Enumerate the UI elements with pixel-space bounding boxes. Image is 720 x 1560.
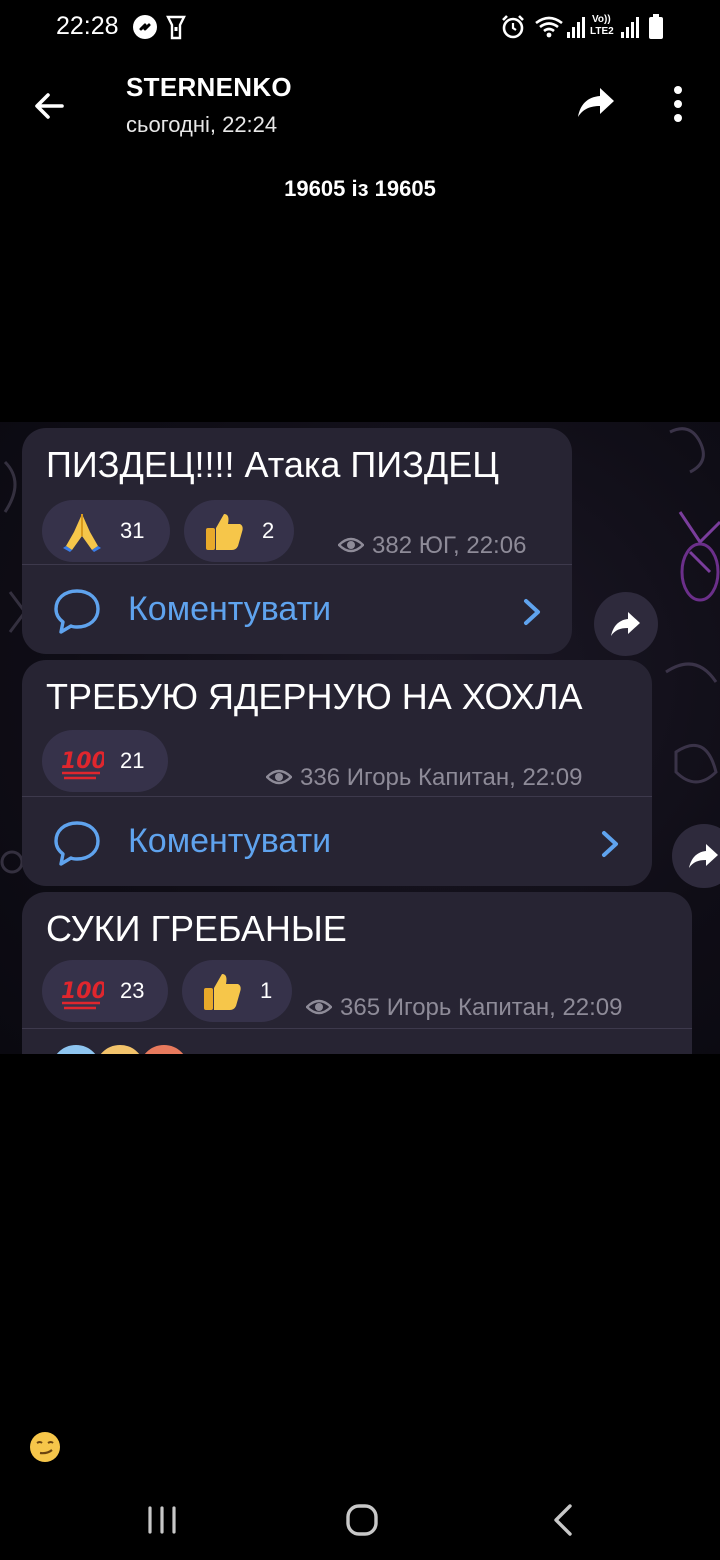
avatar [92,1042,148,1054]
thumbs-up-icon [204,974,241,1010]
message-text: СУКИ ГРЕБАНЫЕ [46,908,347,949]
signal-icon [567,17,585,38]
smirking-face-icon[interactable] [28,1430,62,1464]
chat-header: STERNENKO сьогодні, 22:24 [0,56,720,156]
svg-text:100: 100 [61,979,104,1004]
alarm-icon [502,15,524,39]
message-counter: 19605 із 19605 [284,176,436,201]
avatar [136,1042,192,1054]
views-eye-icon [338,537,364,552]
chat-viewport[interactable]: ПИЗДЕЦ!!!! Атака ПИЗДЕЦ 31 2 382 ЮГ, 22:… [0,422,720,1054]
recent-apps-icon[interactable] [142,1500,182,1540]
message-text: ТРЕБУЮ ЯДЕРНУЮ НА ХОХЛА [46,676,583,717]
comment-button[interactable]: Коментувати [22,568,572,654]
message-bubble-2[interactable]: ТРЕБУЮ ЯДЕРНУЮ НА ХОХЛА 100 21 336 Игорь… [22,660,652,886]
system-nav-bar [0,1480,720,1560]
shazam-icon [133,15,157,39]
reaction-count: 1 [260,978,273,1003]
comment-button[interactable]: Коментувати [22,800,652,886]
message-meta-text: 365 Игорь Капитан, 22:09 [340,994,623,1021]
reaction-count: 21 [120,748,145,773]
message-bubble-3[interactable]: СУКИ ГРЕБАНЫЕ 100 23 1 365 Игорь Капитан… [22,892,692,1054]
flashlight-icon [166,15,186,40]
hundred-points-icon: 100 [61,749,104,780]
chevron-right-icon [524,599,540,625]
reaction-pill[interactable]: 100 21 [42,730,168,792]
hundred-points-icon: 100 [61,979,104,1010]
back-nav-icon[interactable] [544,1500,584,1540]
message-meta: 382 ЮГ, 22:06 [338,532,526,560]
lte-label: LTE2 [590,26,614,37]
views-eye-icon [266,769,292,784]
views-eye-icon [306,999,332,1014]
volte-label: Vo)) [592,14,611,25]
background-doodle-icon [669,427,720,602]
svg-text:100: 100 [61,749,104,774]
status-time: 22:28 [56,12,119,40]
signal-2-icon [621,17,639,38]
comment-label: Коментувати [128,822,332,860]
thumbs-up-icon [206,514,243,550]
avatar [48,1042,104,1054]
message-text: ПИЗДЕЦ!!!! Атака ПИЗДЕЦ [46,444,499,485]
message-meta-text: 336 Игорь Капитан, 22:09 [300,764,583,791]
reaction-count: 23 [120,978,145,1003]
chevron-right-icon [602,831,618,857]
message-meta: 365 Игорь Капитан, 22:09 [306,994,623,1022]
channel-subtitle: сьогодні, 22:24 [126,112,278,137]
home-icon[interactable] [342,1500,382,1540]
bubble-divider [22,564,572,565]
bubble-divider [22,796,652,797]
more-options-icon[interactable] [662,82,694,126]
bubble-divider [22,1028,692,1029]
channel-title[interactable]: STERNENKO [126,72,292,103]
battery-icon [649,14,663,39]
commenter-avatars[interactable] [48,1042,198,1054]
reaction-pill[interactable]: 31 [42,500,170,562]
forward-arrow-icon [611,612,640,636]
reaction-pill[interactable]: 100 23 [42,960,168,1022]
status-bar: 22:28 Vo)) LTE2 [0,0,720,56]
reaction-count: 31 [120,518,145,543]
share-icon[interactable] [574,80,618,124]
volte-lte2-icon: Vo)) LTE2 [590,14,620,40]
folded-hands-icon [63,514,101,552]
wifi-icon [535,16,563,38]
message-meta: 336 Игорь Капитан, 22:09 [266,764,583,792]
forward-arrow-icon [689,844,718,868]
comment-bubble-icon [54,821,100,866]
comment-bubble-icon [54,589,100,634]
reaction-count: 2 [262,518,275,543]
message-bubble-1[interactable]: ПИЗДЕЦ!!!! Атака ПИЗДЕЦ 31 2 382 ЮГ, 22:… [22,428,572,654]
reaction-pill[interactable]: 2 [184,500,294,562]
forward-button[interactable] [594,592,658,656]
back-arrow-icon[interactable] [26,82,74,130]
message-meta-text: 382 ЮГ, 22:06 [372,532,527,559]
reaction-pill[interactable]: 1 [182,960,292,1022]
comment-label: Коментувати [128,590,332,628]
